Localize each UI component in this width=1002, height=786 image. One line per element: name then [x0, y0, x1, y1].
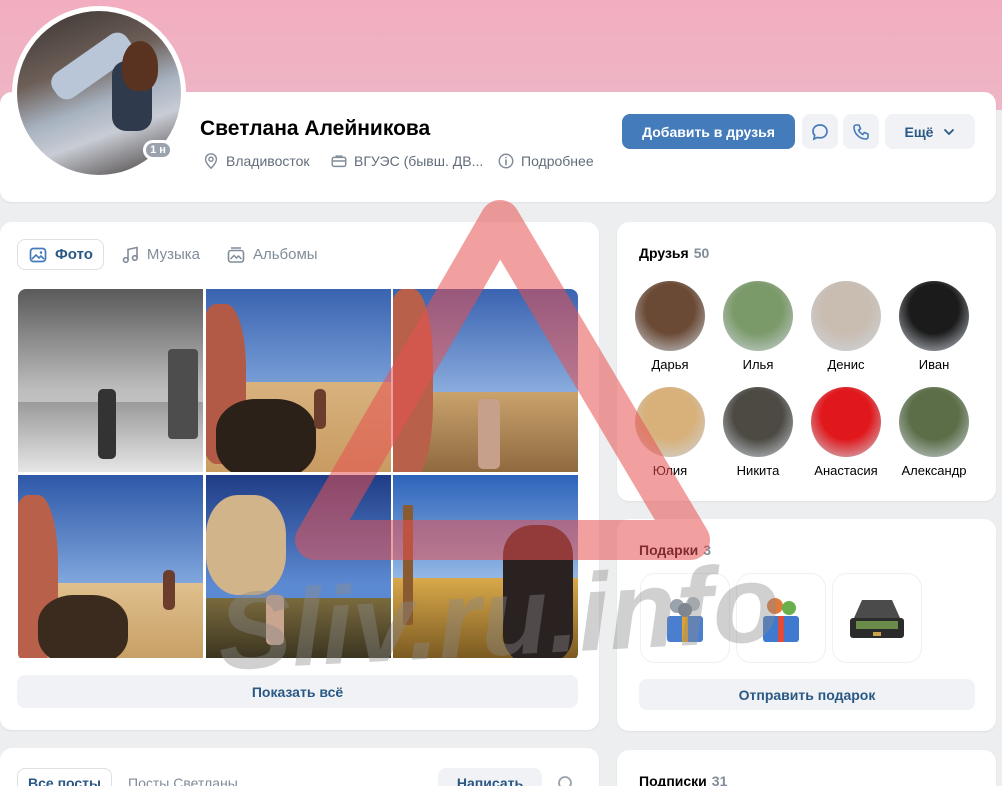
friend-item[interactable]: Никита [718, 387, 798, 478]
chevron-down-icon [944, 128, 955, 135]
photo-thumbnail[interactable] [18, 289, 203, 472]
gift-box-icon [667, 597, 703, 642]
more-label: Ещё [904, 123, 934, 140]
gift-box-icon [763, 598, 799, 642]
more-button[interactable]: Ещё [885, 114, 975, 149]
music-icon [122, 246, 138, 263]
tab-albums[interactable]: Альбомы [216, 239, 328, 270]
gifts-title-label: Подарки [639, 542, 699, 558]
friends-title[interactable]: Друзья 50 [639, 245, 709, 261]
subscriptions-title-label: Подписки [639, 773, 707, 786]
photo-thumbnail[interactable] [205, 475, 391, 658]
education-label: ВГУЭС (бывш. ДВ... [354, 153, 484, 169]
photo-thumbnail[interactable] [205, 289, 391, 472]
search-icon[interactable] [557, 775, 575, 786]
friend-avatar [723, 387, 793, 457]
online-status-badge: 1 н [143, 140, 173, 160]
call-button[interactable] [843, 114, 879, 149]
photo-icon [29, 247, 47, 262]
subscriptions-title[interactable]: Подписки 31 [639, 773, 727, 786]
show-all-photos-button[interactable]: Показать всё [17, 675, 578, 708]
photo-thumbnail[interactable] [18, 475, 203, 658]
subscriptions-count: 31 [711, 773, 728, 786]
tab-photo[interactable]: Фото [17, 239, 104, 270]
media-tabs: Фото Музыка Альбомы [17, 239, 328, 270]
gifts-count: 3 [703, 542, 712, 558]
profile-name: Светлана Алейникова [200, 117, 431, 140]
friend-name: Анастасия [814, 463, 878, 478]
send-gift-button[interactable]: Отправить подарок [639, 679, 975, 710]
gifts-title[interactable]: Подарки 3 [639, 542, 711, 558]
gift-item[interactable] [737, 574, 825, 662]
friend-name: Дарья [651, 357, 689, 372]
city-label: Владивосток [226, 153, 310, 169]
friend-name: Илья [742, 357, 774, 372]
friend-avatar [811, 281, 881, 351]
info-icon [498, 153, 514, 169]
phone-icon [853, 123, 869, 140]
meta-city[interactable]: Владивосток [202, 152, 310, 170]
tab-music-label: Музыка [146, 246, 200, 263]
message-button[interactable] [802, 114, 838, 149]
location-pin-icon [204, 153, 218, 170]
friend-item[interactable]: Дарья [630, 281, 710, 372]
friend-item[interactable]: Александр [894, 387, 974, 478]
friend-avatar [723, 281, 793, 351]
meta-details[interactable]: Подробнее [497, 152, 594, 170]
friend-item[interactable]: Денис [806, 281, 886, 372]
money-case-icon [850, 600, 904, 638]
details-link: Подробнее [521, 153, 594, 169]
gift-item[interactable] [641, 574, 729, 662]
briefcase-icon [331, 155, 347, 168]
photo-thumbnail[interactable] [393, 289, 578, 472]
friend-avatar [899, 281, 969, 351]
friend-name: Денис [827, 357, 865, 372]
tab-own-posts[interactable]: Посты Светланы [118, 768, 248, 786]
gift-item[interactable] [833, 574, 921, 662]
friend-avatar [635, 281, 705, 351]
write-post-button[interactable]: Написать [438, 768, 542, 786]
friend-item[interactable]: Анастасия [806, 387, 886, 478]
friend-item[interactable]: Юлия [630, 387, 710, 478]
friend-name: Юлия [652, 463, 688, 478]
friend-name: Иван [918, 357, 950, 372]
add-friend-button[interactable]: Добавить в друзья [622, 114, 795, 149]
tab-albums-label: Альбомы [252, 246, 318, 263]
friend-avatar [635, 387, 705, 457]
friend-avatar [811, 387, 881, 457]
tab-music[interactable]: Музыка [110, 239, 210, 270]
tab-all-posts[interactable]: Все посты [17, 768, 112, 786]
friends-count: 50 [693, 245, 710, 261]
friends-title-label: Друзья [639, 245, 689, 261]
friend-item[interactable]: Илья [718, 281, 798, 372]
tab-photo-label: Фото [55, 246, 93, 263]
photo-thumbnail[interactable] [393, 475, 578, 658]
meta-education[interactable]: ВГУЭС (бывш. ДВ... [330, 152, 483, 170]
photo-grid [18, 289, 578, 661]
friend-name: Никита [736, 463, 780, 478]
friend-avatar [899, 387, 969, 457]
message-bubble-icon [812, 123, 828, 140]
friend-name: Александр [901, 463, 967, 478]
friend-item[interactable]: Иван [894, 281, 974, 372]
albums-icon [227, 246, 245, 263]
